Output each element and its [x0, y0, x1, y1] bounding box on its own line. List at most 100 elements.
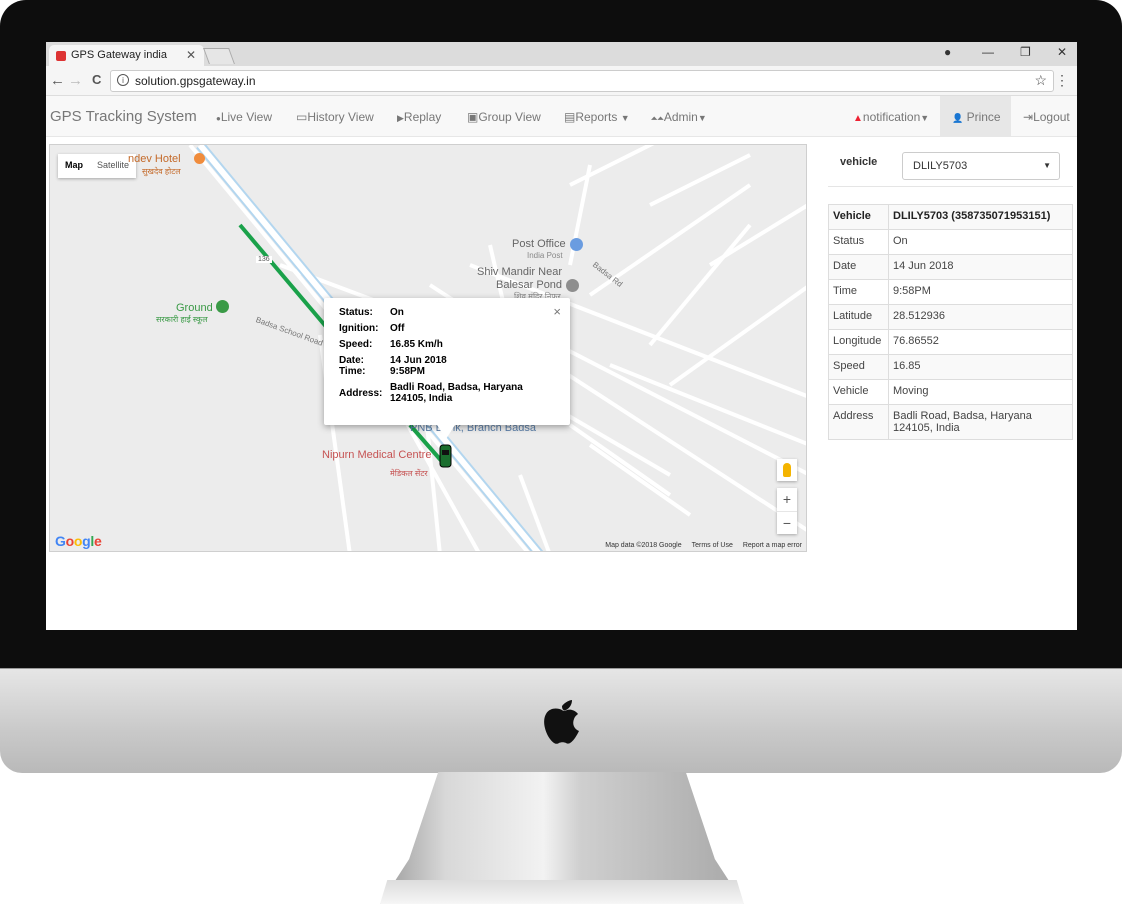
vehicle-select[interactable]: DLILY5703 ▼ [902, 152, 1060, 180]
tab-title: GPS Gateway india [71, 49, 167, 61]
window-close-icon[interactable]: ✕ [1057, 45, 1067, 59]
user-icon: 👤 [952, 113, 964, 123]
zoom-in-button[interactable]: + [777, 488, 797, 511]
browser-tab[interactable]: GPS Gateway india ✕ [49, 45, 204, 66]
report-map-error-link[interactable]: Report a map error [743, 542, 802, 549]
nav-logout[interactable]: ⇥Logout [1023, 110, 1070, 124]
app-navbar: GPS Tracking System ●Live View ▭History … [46, 96, 1077, 137]
poi-hotel[interactable]: ndev Hotel [128, 153, 181, 165]
nav-history-view[interactable]: ▭History View [296, 110, 374, 124]
imac-mockup: GPS Gateway india ✕ ● — ❐ ✕ ← → C i solu… [0, 0, 1122, 904]
caret-down-icon: ▼ [920, 113, 930, 123]
browser-menu-icon[interactable]: ⋮ [1055, 72, 1069, 89]
google-logo[interactable]: Google [55, 533, 102, 549]
row-key: Longitude [828, 329, 889, 355]
zoom-control: + − [777, 488, 797, 534]
nav-notification-dropdown[interactable]: ▲notification▼ [853, 110, 929, 124]
temple-icon [566, 279, 579, 292]
vehicle-select-value: DLILY5703 [913, 160, 968, 172]
info-window-close-icon[interactable]: × [553, 304, 561, 319]
screen: GPS Gateway india ✕ ● — ❐ ✕ ← → C i solu… [46, 42, 1077, 630]
popup-speed-value: 16.85 Km/h [390, 339, 443, 350]
bookmark-star-icon[interactable]: ☆ [1034, 72, 1047, 89]
nav-admin-dropdown[interactable]: ⏶⏶Admin▼ [651, 110, 707, 124]
popup-address-label: Address: [339, 388, 383, 399]
play-circle-icon: ▶ [397, 113, 404, 123]
poi-nipurn-medical[interactable]: Nipurn Medical Centre [322, 449, 431, 461]
poi-shiv-mandir[interactable]: Shiv Mandir Near [477, 266, 562, 278]
row-value: DLILY5703 (358735071953151) [888, 204, 1073, 230]
popup-ignition-value: Off [390, 323, 405, 334]
popup-ignition-label: Ignition: [339, 323, 379, 334]
info-icon[interactable]: i [117, 74, 129, 86]
map-icon: ▭ [296, 110, 308, 124]
table-icon: ▤ [564, 110, 576, 124]
row-value: Moving [888, 379, 1073, 405]
apple-logo-icon [544, 700, 579, 744]
tab-close-icon[interactable]: ✕ [186, 48, 196, 62]
map-attribution: Map data ©2018 Google Terms of Use Repor… [605, 542, 802, 549]
row-value: 76.86552 [888, 329, 1073, 355]
popup-time-value: 9:58PM [390, 366, 426, 377]
popup-status-value: On [390, 307, 404, 318]
favicon-icon [56, 51, 66, 61]
row-value: On [888, 229, 1073, 255]
monitor-foot [380, 880, 744, 904]
row-key: Status [828, 229, 889, 255]
row-value: 16.85 [888, 354, 1073, 380]
vehicle-info-window: × Status: On Ignition: Off Speed: 16.85 Km/… [324, 298, 570, 439]
profile-icon[interactable]: ● [944, 45, 951, 59]
popup-address-value: Badli Road, Badsa, Haryana 124105, India [390, 382, 523, 404]
address-bar[interactable]: i solution.gpsgateway.in ☆ [110, 70, 1054, 92]
popup-date-label: Date: [339, 355, 365, 366]
row-key: Latitude [828, 304, 889, 330]
poi-shiv-mandir-2: Balesar Pond [496, 279, 563, 291]
row-value: 14 Jun 2018 [888, 254, 1073, 280]
row-key: Speed [828, 354, 889, 380]
nav-replay[interactable]: ▶Replay [397, 110, 441, 124]
logout-icon: ⇥ [1023, 110, 1034, 124]
reload-icon[interactable]: C [92, 72, 101, 87]
row-key: Vehicle [828, 204, 889, 230]
browser-tab-bar: GPS Gateway india ✕ ● — ❐ ✕ [46, 42, 1077, 66]
nav-reports-dropdown[interactable]: ▤Reports ▼ [564, 110, 630, 124]
new-tab-button[interactable] [203, 48, 235, 64]
zoom-out-button[interactable]: − [777, 511, 797, 534]
caret-down-icon: ▼ [620, 113, 630, 123]
popup-date-value: 14 Jun 2018 [390, 355, 447, 366]
table-row: Longitude 76.86552 [828, 329, 1073, 355]
post-icon [570, 238, 583, 251]
poi-hotel-hindi: सुखदेव होटल [142, 167, 181, 176]
caret-down-icon: ▼ [1043, 161, 1051, 170]
nav-live-view[interactable]: ●Live View [216, 110, 272, 124]
route-shield: 136 [256, 256, 272, 263]
poi-ground-hindi: सरकारी हाई स्कूल [156, 315, 208, 324]
browser-toolbar: ← → C i solution.gpsgateway.in ☆ ⋮ [46, 66, 1077, 96]
restore-icon[interactable]: ❐ [1020, 45, 1031, 59]
restaurant-icon[interactable] [194, 153, 205, 164]
terms-of-use-link[interactable]: Terms of Use [692, 542, 733, 549]
row-key: Date [828, 254, 889, 280]
poi-post-office[interactable]: Post Office [512, 238, 566, 250]
popup-speed-label: Speed: [339, 339, 373, 350]
poi-ground[interactable]: Ground [176, 302, 213, 314]
map-type-map-button[interactable]: Map [58, 154, 90, 178]
picture-icon: ▣ [467, 110, 479, 124]
map-type-control: Map Satellite [58, 154, 137, 178]
caret-down-icon: ▼ [697, 113, 707, 123]
panel-divider [828, 186, 1073, 187]
back-arrow-icon[interactable]: ← [50, 72, 65, 89]
brand-title[interactable]: GPS Tracking System [50, 108, 197, 125]
table-row: Latitude 28.512936 [828, 304, 1073, 330]
minimize-icon[interactable]: — [982, 45, 994, 59]
nav-user[interactable]: 👤 Prince [940, 96, 1011, 137]
nav-group-view[interactable]: ▣Group View [467, 110, 541, 124]
park-icon [216, 300, 229, 313]
popup-status-label: Status: [339, 307, 373, 318]
row-key: Vehicle [828, 379, 889, 405]
row-value: 28.512936 [888, 304, 1073, 330]
street-view-pegman-icon[interactable] [777, 459, 797, 481]
map-canvas[interactable]: Map Satellite ndev Hotel सुखदेव होटल 136… [49, 144, 807, 552]
forward-arrow-icon[interactable]: → [68, 72, 83, 89]
table-row: Status On [828, 229, 1073, 255]
